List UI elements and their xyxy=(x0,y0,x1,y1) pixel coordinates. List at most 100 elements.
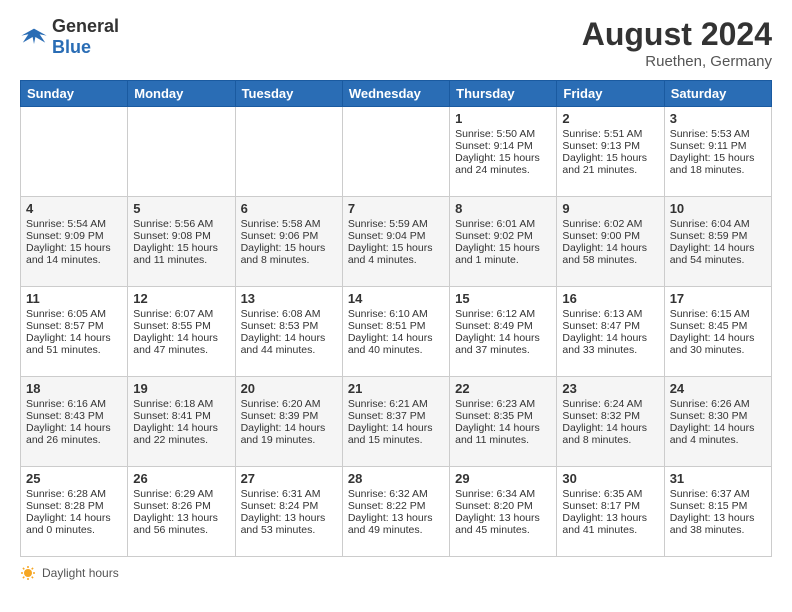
sunset-text: Sunset: 8:28 PM xyxy=(26,500,122,512)
sunset-text: Sunset: 8:43 PM xyxy=(26,410,122,422)
sunrise-text: Sunrise: 5:50 AM xyxy=(455,128,551,140)
week-row-1: 1Sunrise: 5:50 AMSunset: 9:14 PMDaylight… xyxy=(21,107,772,197)
sunset-text: Sunset: 8:37 PM xyxy=(348,410,444,422)
sunrise-text: Sunrise: 5:59 AM xyxy=(348,218,444,230)
sunrise-text: Sunrise: 6:29 AM xyxy=(133,488,229,500)
sunrise-text: Sunrise: 6:16 AM xyxy=(26,398,122,410)
sunrise-text: Sunrise: 6:18 AM xyxy=(133,398,229,410)
sunset-text: Sunset: 9:04 PM xyxy=(348,230,444,242)
sunrise-text: Sunrise: 5:51 AM xyxy=(562,128,658,140)
week-row-3: 11Sunrise: 6:05 AMSunset: 8:57 PMDayligh… xyxy=(21,287,772,377)
day-number: 20 xyxy=(241,381,337,396)
day-cell: 28Sunrise: 6:32 AMSunset: 8:22 PMDayligh… xyxy=(342,467,449,557)
logo-bird-icon xyxy=(20,23,48,51)
day-number: 16 xyxy=(562,291,658,306)
day-cell xyxy=(128,107,235,197)
day-number: 14 xyxy=(348,291,444,306)
sunset-text: Sunset: 9:08 PM xyxy=(133,230,229,242)
sunrise-text: Sunrise: 5:58 AM xyxy=(241,218,337,230)
sunset-text: Sunset: 8:26 PM xyxy=(133,500,229,512)
day-cell: 4Sunrise: 5:54 AMSunset: 9:09 PMDaylight… xyxy=(21,197,128,287)
day-cell: 20Sunrise: 6:20 AMSunset: 8:39 PMDayligh… xyxy=(235,377,342,467)
day-number: 30 xyxy=(562,471,658,486)
sunset-text: Sunset: 8:17 PM xyxy=(562,500,658,512)
sunrise-text: Sunrise: 5:56 AM xyxy=(133,218,229,230)
sunrise-text: Sunrise: 6:34 AM xyxy=(455,488,551,500)
day-number: 6 xyxy=(241,201,337,216)
sunrise-text: Sunrise: 6:35 AM xyxy=(562,488,658,500)
sunrise-text: Sunrise: 6:01 AM xyxy=(455,218,551,230)
title-block: August 2024 Ruethen, Germany xyxy=(582,16,772,70)
daylight-text: Daylight: 14 hours and 0 minutes. xyxy=(26,512,122,536)
day-cell: 24Sunrise: 6:26 AMSunset: 8:30 PMDayligh… xyxy=(664,377,771,467)
sunrise-text: Sunrise: 6:07 AM xyxy=(133,308,229,320)
day-cell: 15Sunrise: 6:12 AMSunset: 8:49 PMDayligh… xyxy=(450,287,557,377)
day-cell: 16Sunrise: 6:13 AMSunset: 8:47 PMDayligh… xyxy=(557,287,664,377)
daylight-text: Daylight: 14 hours and 26 minutes. xyxy=(26,422,122,446)
sunset-text: Sunset: 8:20 PM xyxy=(455,500,551,512)
daylight-text: Daylight: 14 hours and 33 minutes. xyxy=(562,332,658,356)
day-cell: 5 Sunrise: 5:56 AMSunset: 9:08 PMDaylight… xyxy=(128,197,235,287)
sunset-text: Sunset: 8:49 PM xyxy=(455,320,551,332)
sunset-text: Sunset: 8:45 PM xyxy=(670,320,766,332)
col-header-tuesday: Tuesday xyxy=(235,81,342,107)
sunset-text: Sunset: 8:47 PM xyxy=(562,320,658,332)
sunrise-text: Sunrise: 5:54 AM xyxy=(26,218,122,230)
daylight-text: Daylight: 15 hours and 11 minutes. xyxy=(133,242,229,266)
sunset-text: Sunset: 8:24 PM xyxy=(241,500,337,512)
daylight-text: Daylight: 15 hours and 21 minutes. xyxy=(562,152,658,176)
day-number: 5 xyxy=(133,201,229,216)
day-number: 17 xyxy=(670,291,766,306)
week-row-5: 25Sunrise: 6:28 AMSunset: 8:28 PMDayligh… xyxy=(21,467,772,557)
day-number: 2 xyxy=(562,111,658,126)
day-number: 8 xyxy=(455,201,551,216)
daylight-text: Daylight: 13 hours and 38 minutes. xyxy=(670,512,766,536)
sunset-text: Sunset: 9:14 PM xyxy=(455,140,551,152)
sunrise-text: Sunrise: 6:05 AM xyxy=(26,308,122,320)
logo-blue: Blue xyxy=(52,37,91,57)
sunset-text: Sunset: 8:39 PM xyxy=(241,410,337,422)
daylight-text: Daylight: 13 hours and 41 minutes. xyxy=(562,512,658,536)
week-row-4: 18Sunrise: 6:16 AMSunset: 8:43 PMDayligh… xyxy=(21,377,772,467)
sunrise-text: Sunrise: 6:31 AM xyxy=(241,488,337,500)
daylight-text: Daylight: 14 hours and 15 minutes. xyxy=(348,422,444,446)
day-cell: 12Sunrise: 6:07 AMSunset: 8:55 PMDayligh… xyxy=(128,287,235,377)
day-cell: 29Sunrise: 6:34 AMSunset: 8:20 PMDayligh… xyxy=(450,467,557,557)
day-number: 22 xyxy=(455,381,551,396)
day-number: 26 xyxy=(133,471,229,486)
month-year-title: August 2024 xyxy=(582,16,772,53)
sunrise-text: Sunrise: 6:28 AM xyxy=(26,488,122,500)
day-cell: 14Sunrise: 6:10 AMSunset: 8:51 PMDayligh… xyxy=(342,287,449,377)
col-header-friday: Friday xyxy=(557,81,664,107)
day-number: 23 xyxy=(562,381,658,396)
daylight-text: Daylight: 14 hours and 58 minutes. xyxy=(562,242,658,266)
page-header: General Blue August 2024 Ruethen, German… xyxy=(20,16,772,70)
day-cell: 7Sunrise: 5:59 AMSunset: 9:04 PMDaylight… xyxy=(342,197,449,287)
day-number: 10 xyxy=(670,201,766,216)
sunset-text: Sunset: 8:30 PM xyxy=(670,410,766,422)
day-cell: 21Sunrise: 6:21 AMSunset: 8:37 PMDayligh… xyxy=(342,377,449,467)
daylight-text: Daylight: 13 hours and 53 minutes. xyxy=(241,512,337,536)
sunrise-text: Sunrise: 6:15 AM xyxy=(670,308,766,320)
day-cell: 31Sunrise: 6:37 AMSunset: 8:15 PMDayligh… xyxy=(664,467,771,557)
sunrise-text: Sunrise: 6:08 AM xyxy=(241,308,337,320)
day-cell: 10Sunrise: 6:04 AMSunset: 8:59 PMDayligh… xyxy=(664,197,771,287)
daylight-text: Daylight: 15 hours and 14 minutes. xyxy=(26,242,122,266)
sunset-text: Sunset: 8:55 PM xyxy=(133,320,229,332)
day-number: 11 xyxy=(26,291,122,306)
daylight-text: Daylight: 15 hours and 1 minute. xyxy=(455,242,551,266)
daylight-text: Daylight: 14 hours and 44 minutes. xyxy=(241,332,337,356)
daylight-text: Daylight: 15 hours and 4 minutes. xyxy=(348,242,444,266)
week-row-2: 4Sunrise: 5:54 AMSunset: 9:09 PMDaylight… xyxy=(21,197,772,287)
sunset-text: Sunset: 8:53 PM xyxy=(241,320,337,332)
sunrise-text: Sunrise: 6:26 AM xyxy=(670,398,766,410)
sunset-text: Sunset: 8:41 PM xyxy=(133,410,229,422)
sunrise-text: Sunrise: 6:24 AM xyxy=(562,398,658,410)
sunrise-text: Sunrise: 6:32 AM xyxy=(348,488,444,500)
sunset-text: Sunset: 9:13 PM xyxy=(562,140,658,152)
day-cell: 3Sunrise: 5:53 AMSunset: 9:11 PMDaylight… xyxy=(664,107,771,197)
day-number: 4 xyxy=(26,201,122,216)
day-number: 24 xyxy=(670,381,766,396)
day-cell: 18Sunrise: 6:16 AMSunset: 8:43 PMDayligh… xyxy=(21,377,128,467)
daylight-text: Daylight: 13 hours and 45 minutes. xyxy=(455,512,551,536)
